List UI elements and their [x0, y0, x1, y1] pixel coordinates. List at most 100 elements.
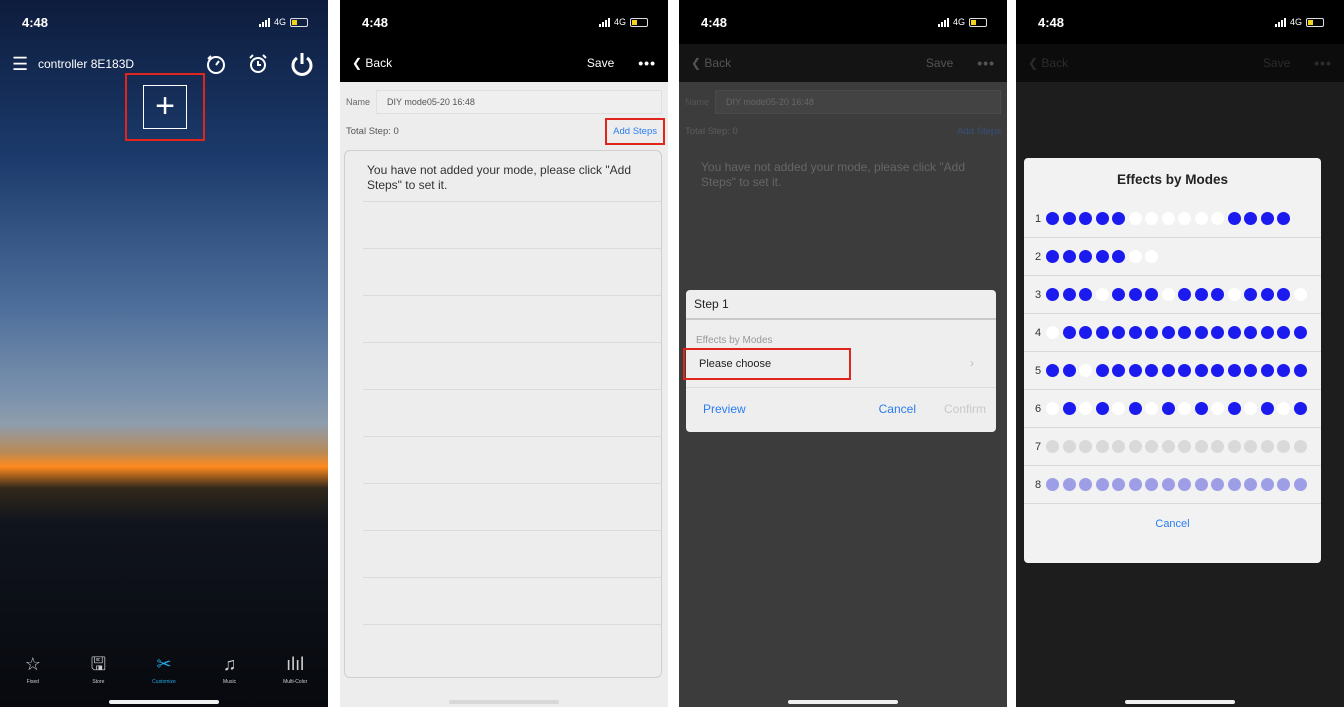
color-dot	[1128, 326, 1142, 339]
mode-dot-pattern	[1046, 212, 1290, 225]
color-dot	[1277, 288, 1290, 301]
back-button[interactable]: ❮ Back	[1028, 56, 1068, 70]
empty-message: You have not added your mode, please cli…	[701, 160, 965, 189]
color-dot	[1046, 478, 1059, 491]
tab-music[interactable]: ♫ Music	[200, 653, 260, 685]
effect-mode-row[interactable]: 5	[1024, 352, 1321, 390]
color-dot	[1079, 478, 1092, 491]
effect-mode-row[interactable]: 2	[1024, 238, 1321, 276]
power-icon[interactable]	[288, 50, 316, 78]
color-dot	[1211, 364, 1224, 377]
effects-title: Effects by Modes	[1116, 172, 1229, 187]
name-label: Name	[685, 97, 710, 107]
color-dot	[1095, 478, 1109, 491]
tab-fixed[interactable]: ☆ Fixed	[3, 653, 63, 685]
effect-mode-row[interactable]: 3	[1024, 276, 1321, 314]
color-dot	[1244, 288, 1257, 301]
color-dot	[1161, 478, 1175, 491]
tab-multi-color[interactable]: ılıl Multi-Color	[265, 653, 325, 685]
effect-mode-row[interactable]: 6	[1024, 390, 1321, 428]
save-button[interactable]: Save	[587, 56, 614, 70]
color-dot	[1128, 212, 1142, 225]
mode-dot-pattern	[1046, 440, 1307, 453]
color-dot	[1145, 402, 1158, 415]
color-dot	[1277, 326, 1290, 339]
effects-picker-screen: 4:48 4G ❮ Back Save ••• Effects by Modes…	[1016, 0, 1344, 707]
color-dot	[1277, 440, 1290, 453]
mode-number: 7	[1035, 440, 1042, 453]
color-dot	[1161, 212, 1175, 225]
menu-list-icon[interactable]: ☰	[12, 54, 38, 75]
color-dot	[1194, 364, 1208, 377]
color-dot	[1227, 440, 1241, 453]
save-button[interactable]: Save	[926, 56, 953, 70]
color-dot	[1145, 250, 1158, 263]
add-mode-button[interactable]: +	[143, 85, 187, 129]
steps-list: You have not added your mode, please cli…	[344, 150, 662, 678]
color-dot	[1178, 288, 1191, 301]
color-dot	[1079, 250, 1092, 263]
effect-mode-row[interactable]: 7	[1024, 428, 1321, 466]
effect-mode-row[interactable]: 1	[1024, 200, 1321, 238]
name-field[interactable]: DIY mode05-20 16:48	[376, 90, 662, 114]
name-field[interactable]: DIY mode05-20 16:48	[715, 90, 1001, 114]
divider	[363, 342, 661, 343]
color-dot	[1161, 288, 1175, 301]
effect-select[interactable]: Please choose	[683, 348, 851, 380]
tab-store[interactable]: 🖫 Store	[68, 653, 128, 685]
color-dot	[1062, 364, 1076, 377]
add-steps-button[interactable]: Add Steps	[957, 126, 1001, 137]
cancel-button[interactable]: Cancel	[879, 402, 916, 416]
signal-icon	[598, 17, 610, 27]
mode-dot-pattern	[1046, 288, 1307, 301]
color-dot	[1260, 326, 1274, 339]
chevron-right-icon: ›	[970, 356, 974, 370]
step-title-field[interactable]: Step 1	[686, 290, 996, 320]
color-dot	[1079, 326, 1092, 339]
color-dot	[1178, 326, 1191, 339]
color-dot	[1211, 326, 1224, 339]
color-dot	[1046, 250, 1059, 263]
back-button[interactable]: ❮ Back	[352, 56, 392, 70]
save-button[interactable]: Save	[1263, 56, 1290, 70]
effect-mode-row[interactable]: 8	[1024, 466, 1321, 504]
divider	[363, 201, 661, 202]
signal-icon	[1274, 17, 1286, 27]
color-dot	[1227, 288, 1241, 301]
star-outline-icon: ☆	[24, 654, 41, 674]
nav-bar: ❮ Back Save •••	[340, 44, 668, 82]
back-button[interactable]: ❮ Back	[691, 56, 731, 70]
empty-message: You have not added your mode, please cli…	[367, 163, 631, 192]
color-dot	[1128, 288, 1142, 301]
home-indicator	[449, 700, 559, 704]
more-options-button[interactable]: •••	[638, 55, 656, 71]
color-dot	[1244, 440, 1257, 453]
mode-dot-pattern	[1046, 402, 1307, 415]
more-options-button[interactable]: •••	[1314, 55, 1332, 71]
mode-number: 2	[1035, 250, 1042, 263]
add-steps-button[interactable]: Add Steps	[605, 117, 665, 145]
tab-customize[interactable]: ✂ Customize	[134, 653, 194, 685]
divider	[363, 295, 661, 296]
confirm-button[interactable]: Confirm	[944, 402, 986, 416]
color-dot	[1211, 212, 1224, 225]
preview-button[interactable]: Preview	[703, 402, 746, 416]
color-dot	[1211, 288, 1224, 301]
total-step-label: Total Step: 0	[346, 125, 399, 137]
effect-mode-row[interactable]: 4	[1024, 314, 1321, 352]
color-dot	[1211, 478, 1224, 491]
divider	[363, 624, 661, 625]
battery-icon	[1306, 17, 1324, 27]
color-dot	[1211, 402, 1224, 415]
nav-bar: ❮ Back Save •••	[1016, 44, 1344, 82]
color-dot	[1112, 402, 1125, 415]
alarm-clock-icon[interactable]	[246, 52, 270, 76]
color-dot	[1145, 364, 1158, 377]
timer-icon[interactable]	[204, 52, 228, 76]
more-options-button[interactable]: •••	[977, 55, 995, 71]
color-dot	[1194, 478, 1208, 491]
cancel-button[interactable]: Cancel	[1024, 518, 1321, 530]
color-dot	[1112, 326, 1125, 339]
color-dot	[1046, 288, 1059, 301]
color-dot	[1277, 478, 1290, 491]
